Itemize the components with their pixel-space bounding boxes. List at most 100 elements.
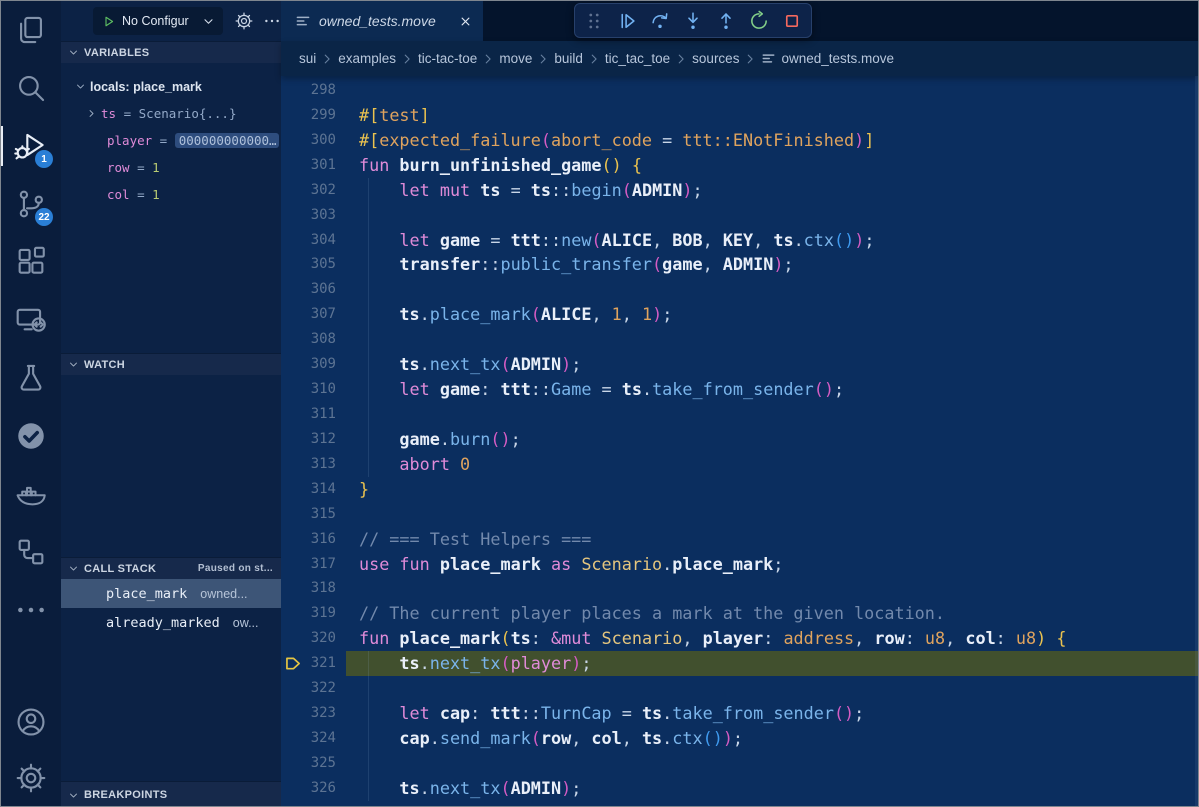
- section-header-call-stack[interactable]: CALL STACK Paused on st...: [61, 557, 281, 579]
- code-line-content[interactable]: #[expected_failure(abort_code = ttt::ENo…: [346, 128, 1198, 153]
- line-number[interactable]: 325: [281, 751, 346, 776]
- line-number[interactable]: 307: [281, 302, 346, 327]
- code-line-content[interactable]: ts.place_mark(ALICE, 1, 1);: [346, 302, 1198, 327]
- code-line-content[interactable]: let mut ts = ts::begin(ADMIN);: [346, 178, 1198, 203]
- line-number[interactable]: 308: [281, 327, 346, 352]
- code-line-content[interactable]: game.burn();: [346, 427, 1198, 452]
- activity-item-run-debug[interactable]: 1: [1, 117, 60, 175]
- variables-scope[interactable]: locals: place_mark: [61, 73, 281, 100]
- line-number[interactable]: 320: [281, 626, 346, 651]
- code-line-content[interactable]: let game = ttt::new(ALICE, BOB, KEY, ts.…: [346, 228, 1198, 253]
- line-number[interactable]: 314: [281, 477, 346, 502]
- code-line-content[interactable]: fun burn_unfinished_game() {: [346, 153, 1198, 178]
- line-number[interactable]: 306: [281, 277, 346, 302]
- activity-item-extensions[interactable]: [1, 233, 60, 291]
- step-into-button[interactable]: [681, 9, 705, 33]
- breadcrumb-item-sui[interactable]: sui: [299, 51, 316, 66]
- code-line-content[interactable]: cap.send_mark(row, col, ts.ctx());: [346, 726, 1198, 751]
- call-stack-frame-already_marked[interactable]: already_marked ow...: [61, 608, 281, 637]
- line-number[interactable]: 315: [281, 502, 346, 527]
- code-line-content[interactable]: [346, 576, 1198, 601]
- line-number[interactable]: 316: [281, 527, 346, 552]
- step-over-button[interactable]: [648, 9, 672, 33]
- close-icon[interactable]: [458, 14, 473, 29]
- code-line-content[interactable]: }: [346, 477, 1198, 502]
- activity-item-remote-explorer[interactable]: [1, 291, 60, 349]
- line-number[interactable]: 305: [281, 252, 346, 277]
- line-number[interactable]: 304: [281, 228, 346, 253]
- line-number[interactable]: 313: [281, 452, 346, 477]
- tab-owned-tests-move[interactable]: owned_tests.move: [281, 1, 483, 41]
- line-number[interactable]: 324: [281, 726, 346, 751]
- variable-row-player[interactable]: player = 000000000000…: [61, 127, 281, 154]
- variable-row-row[interactable]: row = 1: [61, 154, 281, 181]
- code-line-content[interactable]: abort 0: [346, 452, 1198, 477]
- section-header-watch[interactable]: WATCH: [61, 353, 281, 375]
- line-number[interactable]: 318: [281, 576, 346, 601]
- line-number[interactable]: 310: [281, 377, 346, 402]
- code-line-content[interactable]: [346, 751, 1198, 776]
- code-line-content[interactable]: let game: ttt::Game = ts.take_from_sende…: [346, 377, 1198, 402]
- code-line-content[interactable]: #[test]: [346, 103, 1198, 128]
- line-number[interactable]: 303: [281, 203, 346, 228]
- section-header-breakpoints[interactable]: BREAKPOINTS: [61, 781, 281, 807]
- line-number[interactable]: 323: [281, 701, 346, 726]
- line-number[interactable]: 299: [281, 103, 346, 128]
- activity-item-source-control[interactable]: 22: [1, 175, 60, 233]
- code-line-content[interactable]: [346, 327, 1198, 352]
- line-number[interactable]: 300: [281, 128, 346, 153]
- code-line-content[interactable]: transfer::public_transfer(game, ADMIN);: [346, 252, 1198, 277]
- step-out-button[interactable]: [714, 9, 738, 33]
- code-line-content[interactable]: ts.next_tx(player);: [346, 651, 1198, 676]
- breadcrumb-item-build[interactable]: build: [554, 51, 583, 66]
- debug-config-dropdown[interactable]: No Configur: [93, 7, 223, 35]
- code-line-content[interactable]: let cap: ttt::TurnCap = ts.take_from_sen…: [346, 701, 1198, 726]
- line-number[interactable]: 311: [281, 402, 346, 427]
- activity-item-pipeline[interactable]: [1, 523, 60, 581]
- activity-item-more-views[interactable]: [1, 581, 60, 639]
- activity-item-search[interactable]: [1, 59, 60, 117]
- line-number[interactable]: 321: [281, 651, 346, 676]
- breadcrumb-item-tic-tac-toe[interactable]: tic-tac-toe: [418, 51, 477, 66]
- code-line-content[interactable]: // === Test Helpers ===: [346, 527, 1198, 552]
- restart-button[interactable]: [747, 9, 771, 33]
- code-line-content[interactable]: use fun place_mark as Scenario.place_mar…: [346, 552, 1198, 577]
- activity-item-docker[interactable]: [1, 465, 60, 523]
- activity-item-checks[interactable]: [1, 407, 60, 465]
- line-number[interactable]: 317: [281, 552, 346, 577]
- code-line-content[interactable]: fun place_mark(ts: &mut Scenario, player…: [346, 626, 1198, 651]
- breadcrumb-item-examples[interactable]: examples: [338, 51, 396, 66]
- code-line-content[interactable]: [346, 78, 1198, 103]
- breadcrumb-file[interactable]: owned_tests.move: [761, 51, 894, 66]
- code-line-content[interactable]: [346, 203, 1198, 228]
- code-line-content[interactable]: [346, 402, 1198, 427]
- line-number[interactable]: 309: [281, 352, 346, 377]
- code-line-content[interactable]: [346, 676, 1198, 701]
- line-number[interactable]: 302: [281, 178, 346, 203]
- code-line-content[interactable]: [346, 277, 1198, 302]
- more-actions-icon[interactable]: [263, 12, 281, 30]
- code-line-content[interactable]: ts.next_tx(ADMIN);: [346, 352, 1198, 377]
- line-number[interactable]: 298: [281, 78, 346, 103]
- code-line-content[interactable]: [346, 502, 1198, 527]
- activity-item-testing[interactable]: [1, 349, 60, 407]
- line-number[interactable]: 312: [281, 427, 346, 452]
- stop-button[interactable]: [780, 9, 804, 33]
- breadcrumb-item-tic_tac_toe[interactable]: tic_tac_toe: [605, 51, 670, 66]
- call-stack-frame-place_mark[interactable]: place_mark owned...: [61, 579, 281, 608]
- activity-item-account[interactable]: [1, 694, 60, 750]
- line-number[interactable]: 301: [281, 153, 346, 178]
- activity-item-explorer[interactable]: [1, 1, 60, 59]
- line-number[interactable]: 322: [281, 676, 346, 701]
- code-line-content[interactable]: // The current player places a mark at t…: [346, 601, 1198, 626]
- variable-row-col[interactable]: col = 1: [61, 181, 281, 208]
- breadcrumb-item-move[interactable]: move: [499, 51, 532, 66]
- variable-row-ts[interactable]: ts = Scenario{...}: [61, 100, 281, 127]
- line-number[interactable]: 326: [281, 776, 346, 801]
- drag-handle-button[interactable]: [582, 9, 606, 33]
- section-header-variables[interactable]: VARIABLES: [61, 41, 281, 63]
- continue-button[interactable]: [615, 9, 639, 33]
- activity-item-settings[interactable]: [1, 750, 60, 806]
- debug-settings-gear-icon[interactable]: [234, 11, 254, 31]
- breadcrumb-item-sources[interactable]: sources: [692, 51, 739, 66]
